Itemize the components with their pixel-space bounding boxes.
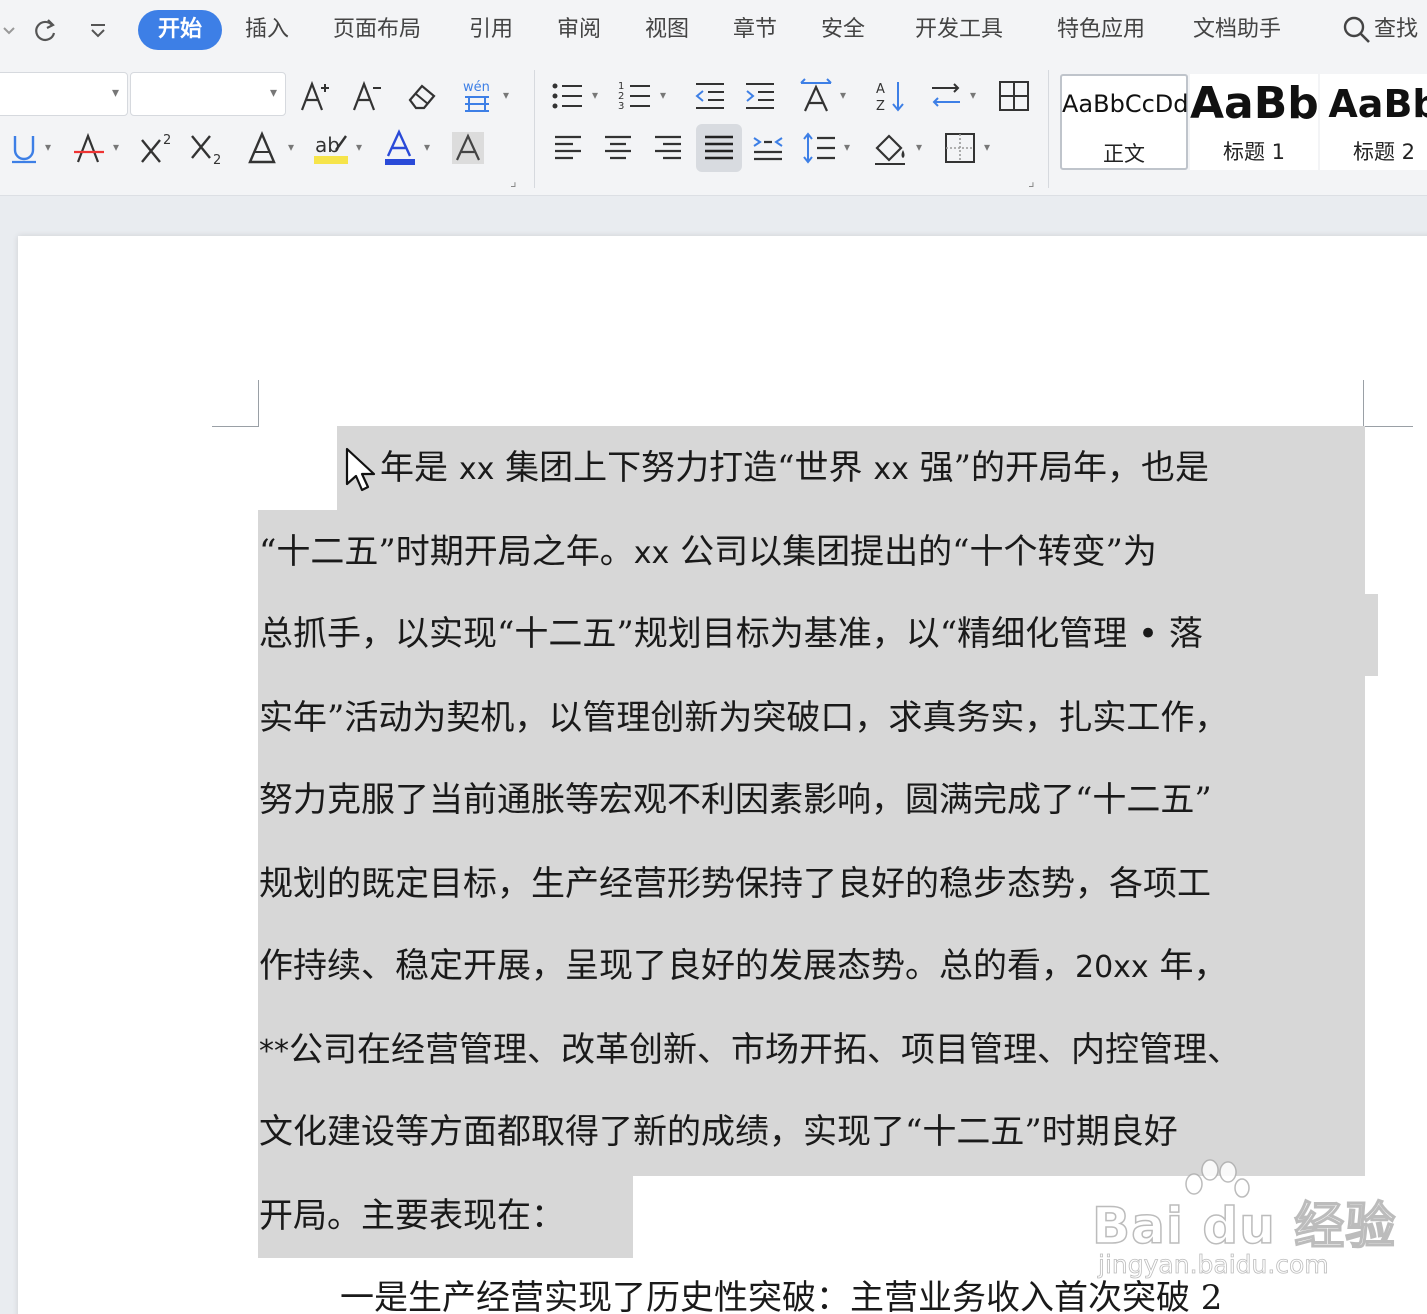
style-name: 标题 1 (1222, 140, 1286, 164)
margin-corner-mark (258, 380, 259, 426)
redo-icon[interactable] (30, 14, 60, 51)
style-heading-1[interactable]: AaBb 标题 1 (1190, 74, 1319, 170)
svg-text:Z: Z (876, 99, 885, 114)
character-shading-icon[interactable] (448, 128, 488, 168)
margin-corner-mark (1363, 380, 1364, 426)
paragraph-line[interactable]: 年是 xx 集团上下努力打造“世界 xx 强”的开局年，也是 (380, 446, 1209, 492)
style-heading-2[interactable]: AaBb 标题 2 (1320, 74, 1427, 170)
search-icon (1343, 16, 1370, 43)
menu-bar: 开始 插入 页面布局 引用 审阅 视图 章节 安全 开发工具 特色应用 文档助手… (0, 0, 1427, 62)
paragraph-line[interactable]: 文化建设等方面都取得了新的成绩，实现了“十二五”时期良好 (259, 1110, 1178, 1154)
tab-security[interactable]: 安全 (821, 10, 865, 50)
paragraph-line[interactable]: 努力克服了当前通胀等宏观不利因素影响，圆满完成了“十二五” (259, 778, 1212, 822)
tab-sections[interactable]: 章节 (733, 10, 777, 50)
strikethrough-icon[interactable] (70, 128, 110, 168)
align-left-icon[interactable] (548, 128, 588, 168)
watermark: Bai du 经验 jingyan.baidu.com (1091, 1158, 1396, 1288)
paragraph-line[interactable]: 规划的既定目标，生产经营形势保持了良好的稳步态势，各项工 (259, 862, 1211, 906)
paragraph-line[interactable]: 作持续、稳定开展，呈现了良好的发展态势。总的看，20xx 年， (259, 944, 1228, 990)
align-center-icon[interactable] (598, 128, 638, 168)
tab-review[interactable]: 审阅 (557, 10, 601, 50)
tab-special-apps[interactable]: 特色应用 (1057, 10, 1145, 50)
line-spacing-icon[interactable] (800, 128, 840, 168)
svg-text:wén: wén (463, 80, 490, 95)
show-marks-icon[interactable] (926, 76, 966, 116)
ribbon-separator (534, 70, 535, 188)
mouse-cursor-icon (344, 446, 378, 498)
svg-text:2: 2 (213, 153, 221, 166)
paragraph-line[interactable]: 开局。主要表现在： (259, 1194, 565, 1238)
tab-insert[interactable]: 插入 (245, 10, 289, 50)
shading-icon[interactable] (870, 128, 910, 168)
grow-font-icon[interactable] (296, 76, 336, 116)
paragraph-dialog-launcher-icon[interactable]: ⌟ (1028, 174, 1035, 190)
paragraph-line[interactable]: 实年”活动为契机，以管理创新为突破口，求真务实，扎实工作， (259, 696, 1228, 740)
styles-gallery: AaBbCcDd 正文 AaBb 标题 1 AaBb 标题 2 (1060, 74, 1427, 172)
svg-text:ab: ab (315, 133, 340, 157)
paragraph-line[interactable]: “十二五”时期开局之年。xx 公司以集团提出的“十个转变”为 (259, 530, 1157, 576)
tab-home[interactable]: 开始 (138, 10, 223, 50)
table-insert-icon[interactable] (994, 76, 1034, 116)
shrink-font-icon[interactable] (348, 76, 388, 116)
style-sample: AaBbCcDd (1062, 90, 1189, 118)
paragraph-line[interactable]: 一是生产经营实现了历史性突破：主营业务收入首次突破 2 (340, 1276, 1222, 1314)
font-size-combo[interactable]: ▾ (130, 72, 286, 116)
numbering-icon[interactable]: 123 (616, 76, 656, 116)
text-selection (258, 676, 1365, 1176)
margin-corner-mark (1363, 426, 1413, 427)
sort-icon[interactable]: AZ (870, 76, 910, 116)
bullets-icon[interactable] (548, 76, 588, 116)
borders-icon[interactable] (940, 128, 980, 168)
paragraph-line[interactable]: 总抓手，以实现“十二五”规划目标为基准，以“精细化管理 • 落 (259, 612, 1203, 656)
phonetic-guide-icon[interactable]: wén (458, 76, 498, 116)
tab-view[interactable]: 视图 (645, 10, 689, 50)
margin-corner-mark (212, 426, 259, 427)
align-right-icon[interactable] (648, 128, 688, 168)
ribbon-toolbar: ▾ ▾ wén ▾ ▾ ▾ 2 2 ▾ ab ▾ ▾ ⌟ ▾ 1 2 3 ▾ ▾… (0, 62, 1427, 196)
ribbon-separator (1048, 70, 1049, 188)
svg-text:2: 2 (163, 133, 171, 148)
quick-access-more-icon[interactable] (2, 14, 16, 51)
tab-references[interactable]: 引用 (469, 10, 513, 50)
style-name: 标题 2 (1352, 140, 1416, 164)
font-color-icon[interactable] (380, 128, 420, 168)
decrease-indent-icon[interactable] (690, 76, 730, 116)
underline-icon[interactable] (4, 128, 44, 168)
subscript-icon[interactable]: 2 (188, 128, 228, 168)
tab-page-layout[interactable]: 页面布局 (333, 10, 421, 50)
watermark-logo: Bai du 经验 (1091, 1196, 1397, 1256)
clear-format-icon[interactable] (402, 76, 442, 116)
style-sample: AaBb (1328, 82, 1427, 126)
character-scaling-icon[interactable] (796, 76, 836, 116)
distributed-icon[interactable] (748, 128, 788, 168)
tab-developer[interactable]: 开发工具 (915, 10, 1003, 50)
style-normal[interactable]: AaBbCcDd 正文 (1060, 74, 1189, 170)
font-name-combo[interactable]: ▾ (0, 72, 128, 116)
watermark-url: jingyan.baidu.com (1098, 1250, 1330, 1280)
svg-text:3: 3 (618, 101, 624, 112)
superscript-icon[interactable]: 2 (138, 128, 178, 168)
customize-toolbar-icon[interactable] (86, 14, 110, 51)
highlight-icon[interactable]: ab (312, 128, 352, 168)
style-name: 正文 (1103, 142, 1145, 166)
svg-text:A: A (876, 82, 885, 97)
justify-icon[interactable] (696, 124, 742, 172)
tab-doc-assistant[interactable]: 文档助手 (1193, 10, 1281, 50)
font-dialog-launcher-icon[interactable]: ⌟ (510, 174, 517, 190)
style-sample: AaBb (1190, 78, 1319, 129)
search-label: 查找 (1374, 17, 1419, 42)
increase-indent-icon[interactable] (740, 76, 780, 116)
text-effects-icon[interactable] (244, 128, 284, 168)
search-button[interactable]: 查找 (1342, 10, 1418, 50)
paragraph-line[interactable]: **公司在经营管理、改革创新、市场开拓、项目管理、内控管理、 (259, 1028, 1241, 1074)
